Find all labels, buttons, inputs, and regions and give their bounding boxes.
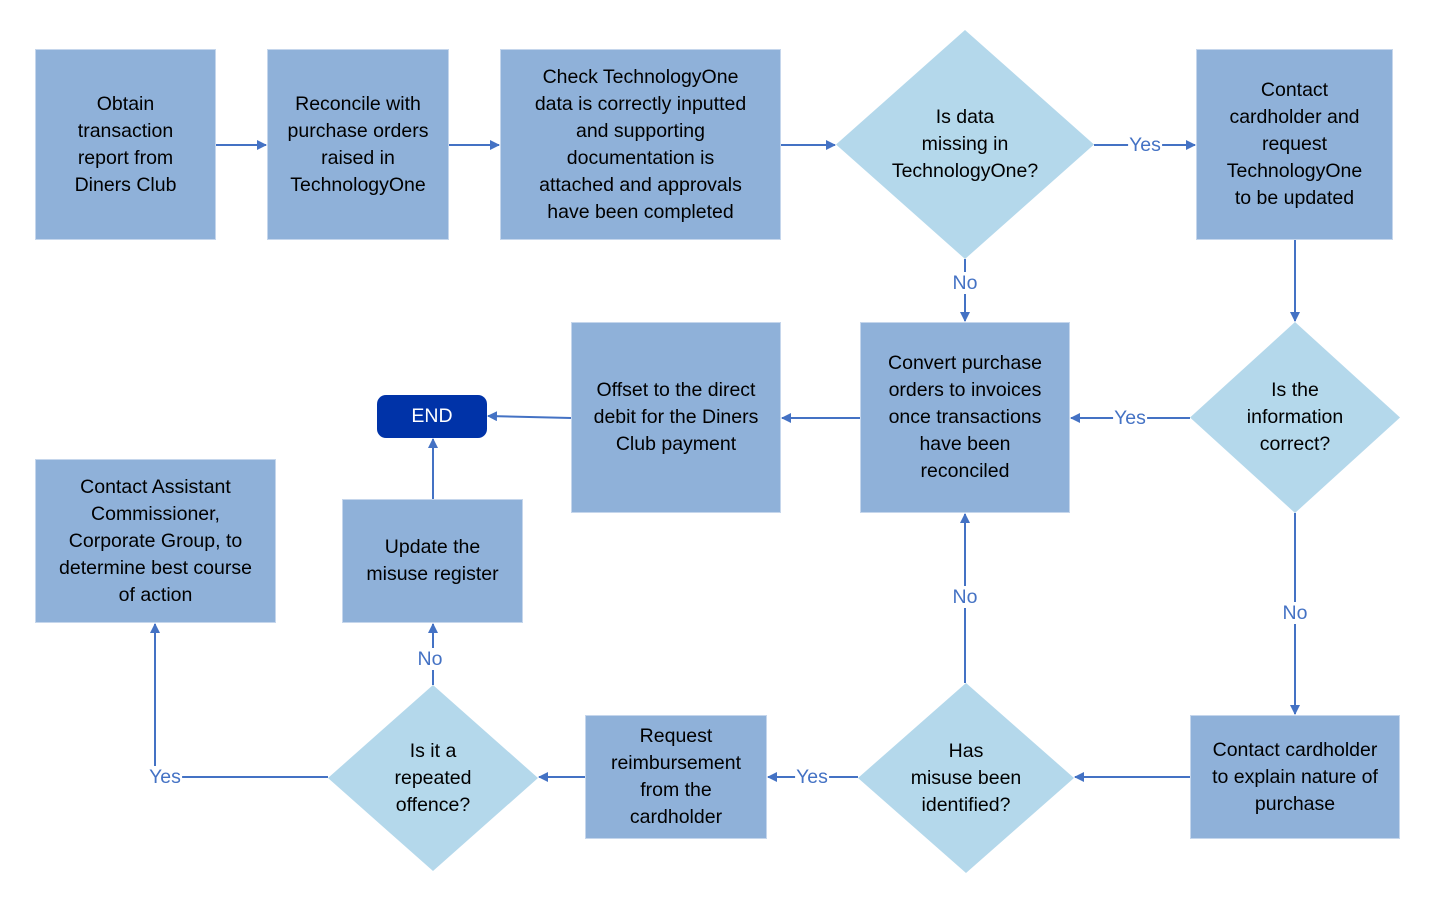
decision-data-missing: Is data missing in TechnologyOne? xyxy=(836,30,1094,259)
process-text-line: cardholder xyxy=(629,806,723,828)
decision-text-line: Is data xyxy=(935,106,995,128)
edge-label-yes: Yes xyxy=(1128,134,1162,156)
process-text-line: once transactions xyxy=(888,406,1042,428)
process-text-line: Contact xyxy=(1260,79,1329,101)
process-text-line: report from xyxy=(77,146,174,169)
decision-text-line: correct? xyxy=(1259,433,1331,455)
process-text-line: have been completed xyxy=(547,200,734,223)
decision-text-line: Is it a xyxy=(409,739,457,762)
process-text-line: purchase orders xyxy=(287,119,429,142)
process-offset-debit: Offset to the direct debit for the Diners… xyxy=(571,322,781,513)
decision-text-line: information xyxy=(1246,406,1344,428)
process-text-line: Convert purchase xyxy=(888,352,1042,374)
decision-text-line: repeated xyxy=(394,766,472,789)
process-text-line: Club payment xyxy=(615,433,737,455)
edge-label-yes: Yes xyxy=(795,766,829,788)
decision-text-line: identified? xyxy=(921,793,1011,816)
edge-label-no: No xyxy=(951,272,979,294)
edge-label-no: No xyxy=(1281,602,1309,624)
process-text-line: to explain nature of xyxy=(1212,765,1378,788)
process-text-line: Commissioner, xyxy=(91,502,220,525)
process-text-line: debit for the Diners xyxy=(593,406,759,428)
edge-label-no: No xyxy=(416,648,444,670)
process-contact-update: Contact cardholder and request TechnologyOn… xyxy=(1196,49,1393,240)
process-text-line: orders to invoices xyxy=(888,379,1042,401)
decision-text-line: Has xyxy=(948,739,984,762)
flowchart: Obtain transaction report from Diners Club R… xyxy=(0,0,1435,904)
process-text-line: documentation is xyxy=(566,146,715,169)
process-text-line: Corporate Group, to xyxy=(68,529,243,552)
process-text-line: of action xyxy=(118,583,193,606)
process-text-line: cardholder and xyxy=(1229,106,1360,128)
process-text-line: Offset to the direct xyxy=(596,379,756,401)
process-text-line: Diners Club xyxy=(74,173,177,196)
end-terminal: END xyxy=(377,395,487,438)
process-text-line: Update the xyxy=(384,536,481,558)
edge-label-yes: Yes xyxy=(148,766,182,788)
process-text-line: reimbursement xyxy=(610,752,742,774)
process-text-line: Contact Assistant xyxy=(80,475,231,498)
terminal-label: END xyxy=(411,405,453,427)
process-obtain-report: Obtain transaction report from Diners Club xyxy=(35,49,216,240)
process-text-line: raised in xyxy=(321,146,395,169)
process-text-line: Request xyxy=(639,725,713,747)
process-text-line: purchase xyxy=(1254,792,1336,815)
process-text-line: have been xyxy=(919,433,1011,455)
decision-text-line: misuse been xyxy=(910,766,1022,789)
process-convert-po: Convert purchase orders to invoices once t… xyxy=(860,322,1070,513)
process-text-line: data is correctly inputted xyxy=(534,92,747,115)
process-update-register: Update the misuse register xyxy=(342,499,523,623)
process-text-line: misuse register xyxy=(366,563,499,585)
process-reconcile: Reconcile with purchase orders raised in Te… xyxy=(267,49,449,240)
process-text-line: TechnologyOne xyxy=(290,173,426,196)
process-text-line: transaction xyxy=(77,119,174,142)
edge-label-yes: Yes xyxy=(1113,407,1147,429)
decision-text-line: missing in xyxy=(921,133,1009,155)
process-text-line: attached and approvals xyxy=(539,173,742,196)
process-text-line: and supporting xyxy=(575,119,705,142)
process-text-line: Contact cardholder xyxy=(1212,738,1378,761)
process-text-line: TechnologyOne xyxy=(1226,160,1363,182)
decision-misuse-identified: Has misuse been identified? xyxy=(858,683,1074,873)
process-request-reimbursement: Request reimbursement from the cardholder xyxy=(585,715,767,839)
process-text-line: to be updated xyxy=(1234,187,1355,209)
process-text-line: reconciled xyxy=(920,460,1010,482)
process-text-line: Obtain xyxy=(96,92,155,115)
decision-info-correct: Is the information correct? xyxy=(1190,322,1400,513)
decision-text-line: TechnologyOne? xyxy=(891,160,1039,182)
process-text-line: determine best course xyxy=(59,556,252,579)
process-text-line: Check TechnologyOne xyxy=(542,65,739,88)
decision-repeated-offence: Is it a repeated offence? xyxy=(328,685,538,871)
process-text-line: Reconcile with xyxy=(295,92,421,115)
decision-text-line: Is the xyxy=(1271,379,1319,401)
process-contact-commissioner: Contact Assistant Commissioner, Corporate … xyxy=(35,459,276,623)
decision-text-line: offence? xyxy=(395,793,471,816)
process-text-line: from the xyxy=(640,779,712,801)
process-check-data: Check TechnologyOne data is correctly inp… xyxy=(500,49,781,240)
connector-repeated-offence-to-contact-commissioner xyxy=(150,623,328,778)
process-text-line: request xyxy=(1261,133,1328,155)
connector-offset-debit-to-end xyxy=(487,411,572,422)
edge-label-no: No xyxy=(951,586,979,608)
process-contact-explain: Contact cardholder to explain nature of pu… xyxy=(1190,715,1400,839)
